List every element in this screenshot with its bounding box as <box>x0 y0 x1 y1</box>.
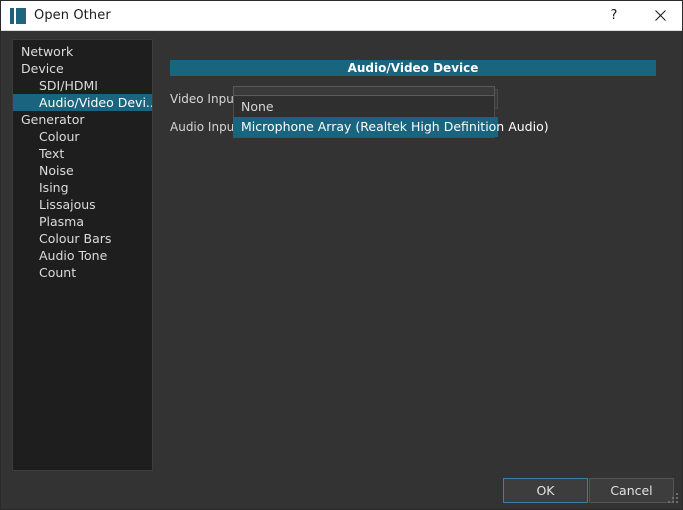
dropdown-anchor-strip[interactable] <box>233 86 495 96</box>
source-tree[interactable]: Network Device SDI/HDMI Audio/Video Devi… <box>12 39 153 471</box>
title-bar: Open Other ? <box>1 1 683 31</box>
audio-input-label: Audio Input <box>170 120 231 134</box>
app-window-icon <box>10 8 26 24</box>
close-icon[interactable] <box>637 1 683 30</box>
sidebar-item-audio-tone[interactable]: Audio Tone <box>13 247 152 264</box>
resize-grip[interactable] <box>666 493 679 506</box>
ok-button[interactable]: OK <box>503 478 588 503</box>
video-input-label: Video Input <box>170 92 231 106</box>
sidebar-item-network[interactable]: Network <box>13 43 152 60</box>
sidebar-item-lissajous[interactable]: Lissajous <box>13 196 152 213</box>
sidebar-item-plasma[interactable]: Plasma <box>13 213 152 230</box>
dropdown-option-none[interactable]: None <box>234 97 494 117</box>
sidebar-item-colour[interactable]: Colour <box>13 128 152 145</box>
sidebar-item-sdi-hdmi[interactable]: SDI/HDMI <box>13 77 152 94</box>
sidebar-item-generator[interactable]: Generator <box>13 111 152 128</box>
window-title: Open Other <box>34 8 111 23</box>
sidebar-item-count[interactable]: Count <box>13 264 152 281</box>
cancel-button[interactable]: Cancel <box>589 478 674 503</box>
dropdown-option-microphone-array[interactable]: Microphone Array (Realtek High Definitio… <box>233 117 498 137</box>
sidebar-item-text[interactable]: Text <box>13 145 152 162</box>
title-bar-buttons: ? <box>591 1 683 30</box>
sidebar-item-device[interactable]: Device <box>13 60 152 77</box>
help-icon[interactable]: ? <box>591 1 637 30</box>
sidebar-item-noise[interactable]: Noise <box>13 162 152 179</box>
sidebar-item-audio-video-device[interactable]: Audio/Video Devi... <box>13 94 152 111</box>
dropdown-option-list[interactable]: None Microphone Array (Realtek High Defi… <box>233 96 495 138</box>
pane-title: Audio/Video Device <box>170 60 656 76</box>
open-other-dialog: Open Other ? Network Device SDI/HDMI Aud… <box>0 0 683 510</box>
sidebar-item-ising[interactable]: Ising <box>13 179 152 196</box>
sidebar-item-colour-bars[interactable]: Colour Bars <box>13 230 152 247</box>
